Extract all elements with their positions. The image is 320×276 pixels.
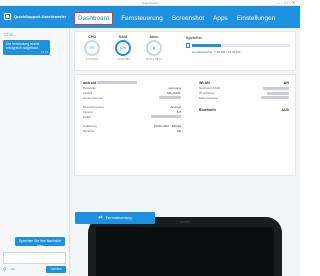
akku-label: Akku [149, 35, 159, 39]
akku-gauge: Akku ▮ 84% | 38°C [142, 35, 166, 61]
cpu-sub: 1.72 GHz [85, 57, 99, 61]
chat-message: Die Verbindung wurde erfolgreich aufgeba… [3, 40, 50, 55]
redacted-value [151, 115, 181, 119]
remote-control-icon: ⇄ [98, 215, 103, 221]
send-button[interactable]: Senden [46, 266, 66, 273]
device-title: android [83, 79, 181, 86]
redacted-value [263, 86, 289, 90]
storage-text: Gerätespeicher: 7.58 GB / 25.45 GB [192, 50, 241, 54]
wlan-title: WLAN AN [199, 80, 289, 85]
redacted-value [267, 91, 289, 95]
cpu-label: CPU [87, 35, 97, 39]
bluetooth-title: Bluetooth AUS [199, 107, 289, 112]
tab-apps[interactable]: Apps [213, 13, 228, 24]
cpu-ring: 0% [84, 40, 100, 56]
battery-icon: ▮ [153, 46, 155, 50]
info-row: Sprache DE [83, 129, 181, 134]
storage-icon [186, 43, 190, 48]
app-logo: QuickSupport-Dateitransfer [4, 13, 66, 20]
app-name: QuickSupport-Dateitransfer [14, 14, 67, 19]
storage-section: Speicher Gerätespeicher: 7.58 GB / 25.45… [186, 36, 290, 54]
main-tabs: Dashboard Fernsteuerung Screenshot Apps … [74, 12, 284, 25]
chat-message-text: Die Verbindung wurde erfolgreich aufgeba… [6, 42, 40, 51]
storage-bar-fill [192, 44, 222, 47]
chat-title: Chat [4, 32, 14, 37]
chat-input[interactable] [3, 252, 66, 264]
quick-message-button[interactable]: Sprechen Sie Ihre Nachricht hier [15, 237, 65, 248]
ram-ring: 40% [115, 40, 131, 56]
device-screen [96, 227, 274, 276]
akku-ring: ▮ [146, 40, 162, 56]
device-title-redacted [97, 81, 138, 84]
tab-einstellungen[interactable]: Einstellungen [237, 13, 275, 24]
cpu-gauge: CPU 0% 1.72 GHz [80, 35, 104, 61]
redacted-value [159, 96, 181, 100]
chat-message-time: 13:44 [41, 49, 48, 54]
paperclip-icon[interactable]: ⚲ [3, 267, 7, 273]
device-info-panel: android Hersteller samsung Modell SM-J330F… [74, 74, 296, 176]
top-bar: QuickSupport-Dateitransfer Dashboard Fer… [0, 6, 300, 28]
screenshot-icon[interactable]: ✂ [11, 267, 15, 273]
device-column: android Hersteller samsung Modell SM-J330F… [83, 79, 181, 134]
wlan-status: AN [283, 80, 289, 85]
ram-gauge: RAM 40% 1742 MB [111, 35, 135, 61]
ram-label: RAM [118, 35, 128, 39]
tab-fernsteuerung[interactable]: Fernsteuerung [121, 13, 163, 24]
device-preview [88, 217, 282, 276]
storage-label: Speicher [186, 36, 203, 40]
akku-sub: 84% | 38°C [146, 57, 162, 61]
remote-control-button[interactable]: ⇄ Fernsteuerung [75, 212, 155, 224]
ram-sub: 1742 MB [116, 57, 129, 61]
chat-sidebar: Chat Die Verbindung wurde erfolgreich au… [0, 28, 70, 276]
bluetooth-status: AUS [281, 107, 289, 112]
chat-tools: ⚲ ✂ [3, 267, 19, 273]
stats-panel: CPU 0% 1.72 GHz RAM 40% 1742 MB Akku ▮ 8… [74, 31, 296, 71]
app-logo-icon [4, 13, 11, 20]
storage-bar [192, 44, 290, 47]
dashboard-main: CPU 0% 1.72 GHz RAM 40% 1742 MB Akku ▮ 8… [70, 28, 300, 276]
redacted-value [261, 96, 289, 100]
phone-camera [180, 221, 190, 223]
network-column: WLAN AN Netzwerk-SSID IP-Adresse MAC-Adre… [199, 79, 289, 113]
tab-dashboard[interactable]: Dashboard [74, 12, 114, 25]
tab-screenshot[interactable]: Screenshot [172, 13, 204, 24]
info-row: MAC-Adresse [199, 95, 289, 100]
